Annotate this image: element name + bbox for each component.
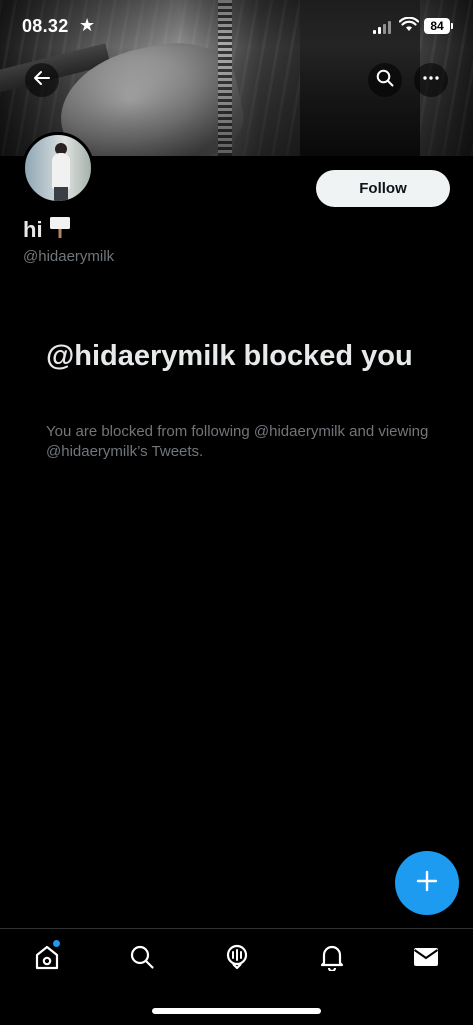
spaces-icon [223,943,251,976]
star-icon: ★ [79,15,96,35]
more-button[interactable] [414,63,448,97]
tab-spaces[interactable] [217,943,257,975]
blocked-title: @hidaerymilk blocked you [46,340,413,372]
home-notification-dot [53,940,60,947]
avatar-legs [54,187,68,201]
avatar-body [52,153,70,189]
status-time: 08.32 [22,16,69,36]
signal-icon [373,20,393,34]
home-icon [33,943,61,976]
tab-home[interactable] [27,943,67,975]
battery-indicator: 84 [424,18,453,34]
arrow-left-icon [33,69,51,92]
back-button[interactable] [25,63,59,97]
mail-icon [412,945,440,974]
display-name: hi [23,215,71,245]
avatar[interactable] [22,132,94,204]
placard-icon [49,215,71,245]
search-icon [129,944,155,975]
plus-icon [415,869,439,898]
home-indicator [152,1008,321,1014]
compose-tweet-button[interactable] [395,851,459,915]
user-handle: @hidaerymilk [23,248,115,265]
bell-icon [319,943,345,976]
profile-search-button[interactable] [368,63,402,97]
more-horizontal-icon [422,69,440,92]
wifi-icon [398,16,420,33]
tab-search[interactable] [122,943,162,975]
blocked-description: You are blocked from following @hidaerym… [46,423,429,460]
follow-button[interactable]: Follow [316,170,450,207]
tab-messages[interactable] [406,943,446,975]
display-name-text: hi [23,217,43,242]
tab-notifications[interactable] [312,943,352,975]
search-icon [376,69,394,92]
status-bar: 08.32 ★ 84 [0,0,473,56]
